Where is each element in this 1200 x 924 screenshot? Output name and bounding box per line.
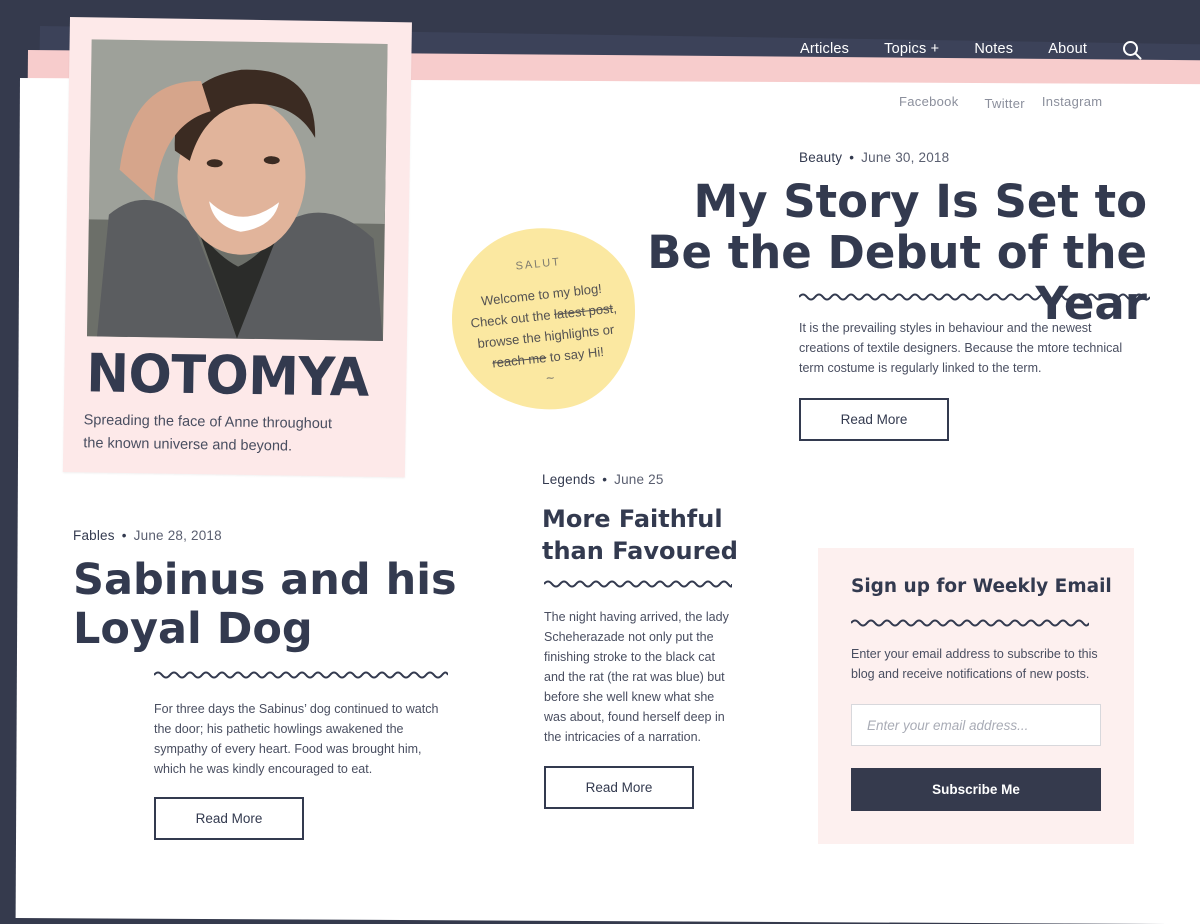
nav-item-topics[interactable]: Topics +: [884, 41, 939, 57]
search-icon[interactable]: [1122, 40, 1142, 60]
meta-separator: •: [602, 472, 608, 487]
wavy-divider: [544, 580, 732, 588]
nav-item-notes[interactable]: Notes: [974, 41, 1013, 57]
newsletter-description: Enter your email address to subscribe to…: [851, 647, 1098, 681]
email-input[interactable]: [851, 704, 1101, 746]
mid-post-title[interactable]: More Faithful than Favoured: [542, 503, 742, 567]
profile-photo-illustration: [86, 39, 388, 341]
featured-read-more-button[interactable]: Read More: [799, 398, 949, 441]
meta-separator: •: [121, 528, 127, 543]
note-text-part-3: to say Hi!: [545, 343, 605, 365]
left-post-date: June 28, 2018: [133, 528, 222, 543]
nav-item-about[interactable]: About: [1048, 41, 1087, 57]
featured-post-date: June 30, 2018: [861, 150, 950, 165]
left-read-more-button[interactable]: Read More: [154, 797, 304, 840]
latest-post-link[interactable]: latest post: [553, 301, 614, 322]
featured-post-category[interactable]: Beauty: [799, 150, 842, 165]
wavy-divider: [851, 619, 1089, 627]
featured-post-excerpt: It is the prevailing styles in behaviour…: [799, 321, 1123, 375]
newsletter-title: Sign up for Weekly Email: [851, 576, 1112, 597]
mid-post-date: June 25: [614, 472, 664, 487]
reach-me-link[interactable]: reach me: [492, 350, 547, 371]
profile-card: NOTOMYA Spreading the face of Anne throu…: [62, 17, 412, 478]
social-link-facebook[interactable]: Facebook: [899, 94, 959, 111]
profile-photo: [86, 39, 388, 341]
social-links: Facebook Twitter Instagram: [899, 94, 1102, 111]
mid-post-meta: Legends • June 25: [542, 472, 664, 487]
left-post-category[interactable]: Fables: [73, 528, 115, 543]
featured-post-meta: Beauty • June 30, 2018: [799, 150, 949, 165]
social-link-twitter[interactable]: Twitter: [985, 96, 1025, 111]
nav-item-articles[interactable]: Articles: [800, 41, 849, 57]
featured-post-title[interactable]: My Story Is Set to Be the Debut of the Y…: [627, 176, 1147, 329]
mid-read-more-button[interactable]: Read More: [544, 766, 694, 809]
social-link-instagram[interactable]: Instagram: [1042, 94, 1103, 111]
main-nav: Articles Topics + Notes About: [800, 38, 1142, 60]
note-body: Welcome to my blog! Check out the latest…: [461, 276, 629, 376]
wavy-divider: [799, 293, 1150, 301]
left-post-meta: Fables • June 28, 2018: [73, 528, 222, 543]
meta-separator: •: [849, 150, 855, 165]
left-post-excerpt: For three days the Sabinus’ dog continue…: [154, 702, 439, 776]
subscribe-button[interactable]: Subscribe Me: [851, 768, 1101, 811]
left-post-title[interactable]: Sabinus and his Loyal Dog: [73, 556, 473, 654]
newsletter-box: Sign up for Weekly Email Enter your emai…: [818, 548, 1134, 844]
brand-logo-text: NOTOMYA: [85, 343, 370, 409]
mid-post-category[interactable]: Legends: [542, 472, 595, 487]
mid-post-excerpt: The night having arrived, the lady Scheh…: [544, 610, 729, 744]
profile-tagline: Spreading the face of Anne throughout th…: [83, 412, 333, 455]
wavy-divider: [154, 671, 448, 679]
